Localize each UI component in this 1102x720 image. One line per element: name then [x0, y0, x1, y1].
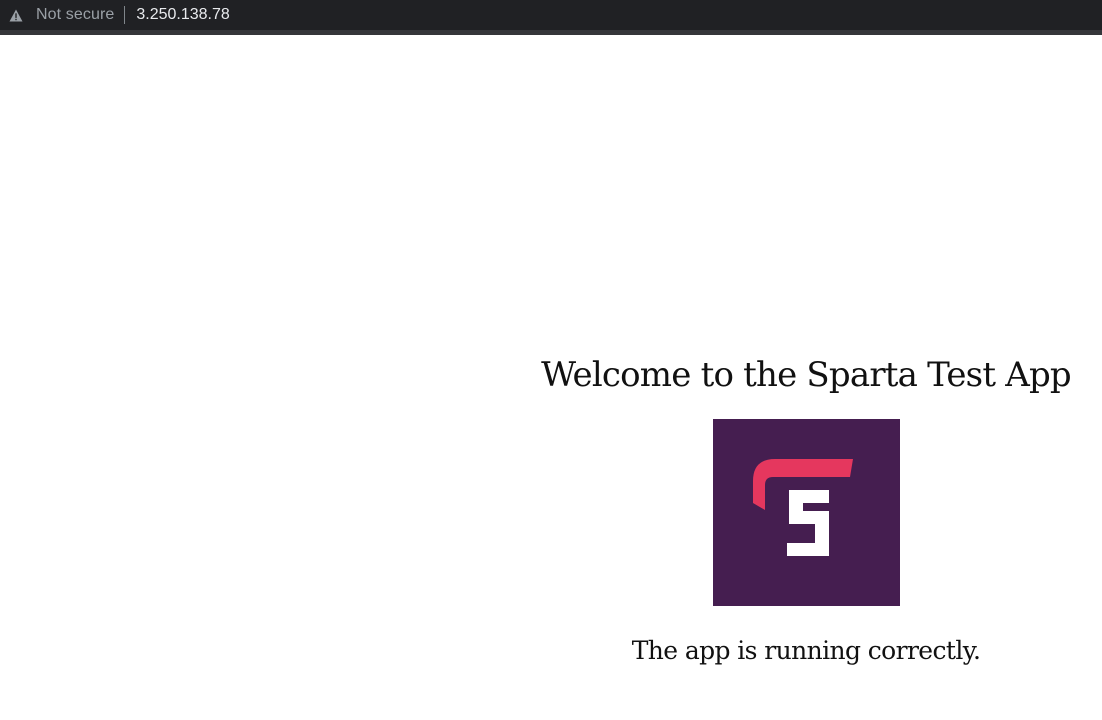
- page-content: Welcome to the Sparta Test App The app i…: [0, 35, 1102, 720]
- url-text[interactable]: 3.250.138.78: [136, 6, 229, 24]
- sparta-logo-icon: [752, 459, 853, 556]
- address-bar-divider: [124, 6, 126, 24]
- warning-triangle-icon[interactable]: [8, 7, 24, 23]
- address-bar[interactable]: Not secure 3.250.138.78: [0, 0, 1102, 35]
- page-title: Welcome to the Sparta Test App: [541, 355, 1072, 395]
- security-status-label[interactable]: Not secure: [36, 6, 114, 24]
- main-content: Welcome to the Sparta Test App The app i…: [541, 355, 1072, 665]
- sparta-logo: [712, 419, 900, 606]
- status-message: The app is running correctly.: [631, 636, 981, 665]
